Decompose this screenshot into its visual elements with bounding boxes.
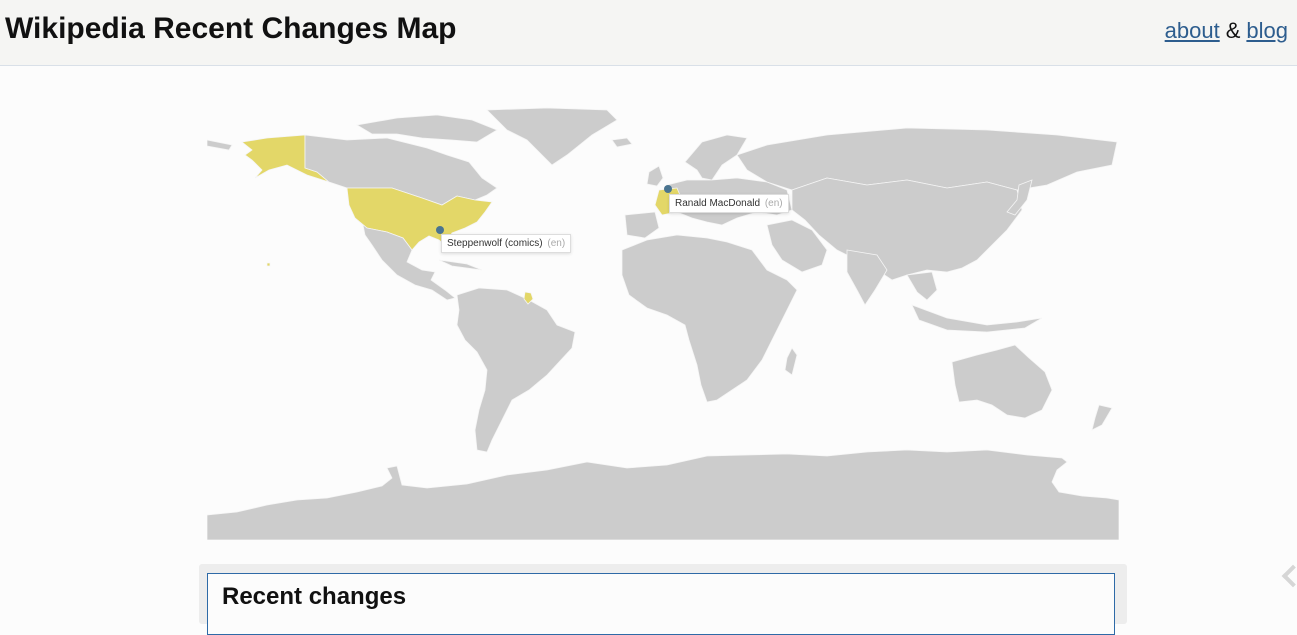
region-antarctica[interactable] [207,449,1119,540]
region-africa[interactable] [621,234,798,403]
edit-marker-steppenwolf[interactable] [436,226,444,234]
region-indonesia [911,304,1043,333]
region-australia[interactable] [951,344,1053,419]
edit-lang: (en) [764,198,783,209]
header-nav: about & blog [1165,18,1288,44]
nav-separator: & [1225,18,1241,43]
region-aleutians [207,139,233,151]
region-south-america[interactable] [456,287,576,453]
world-map[interactable]: Steppenwolf (comics) (en) Ranald MacDona… [207,100,1119,540]
region-iberia[interactable] [624,211,660,239]
edit-tooltip[interactable]: Steppenwolf (comics) (en) [441,234,572,253]
region-iceland [611,137,633,148]
region-asia[interactable] [791,177,1023,281]
region-greenland[interactable] [486,107,618,166]
edit-tooltip[interactable]: Ranald MacDonald (en) [669,194,789,213]
region-uk[interactable] [646,165,664,187]
about-link[interactable]: about [1165,18,1220,43]
region-scandinavia[interactable] [684,134,748,181]
region-new-zealand[interactable] [1091,404,1113,431]
site-header: Wikipedia Recent Changes Map about & blog [0,0,1297,66]
region-southeast-asia[interactable] [906,271,938,301]
world-map-svg [207,107,1119,540]
recent-changes-heading: Recent changes [222,583,407,610]
page-title: Wikipedia Recent Changes Map [5,12,457,45]
region-canadian-arctic [355,114,498,143]
edit-title: Ranald MacDonald [675,198,761,209]
recent-changes-container: Recent changes [199,564,1127,635]
edit-lang: (en) [547,238,566,249]
recent-changes-panel: Recent changes [207,573,1115,635]
region-hawaii [266,262,271,267]
chevron-left-icon[interactable] [1281,564,1297,588]
region-caribbean [438,259,483,271]
blog-link[interactable]: blog [1246,18,1288,43]
edit-title: Steppenwolf (comics) [447,238,543,249]
region-russia[interactable] [736,127,1118,191]
region-madagascar[interactable] [784,347,798,376]
edit-marker-ranald[interactable] [664,185,672,193]
